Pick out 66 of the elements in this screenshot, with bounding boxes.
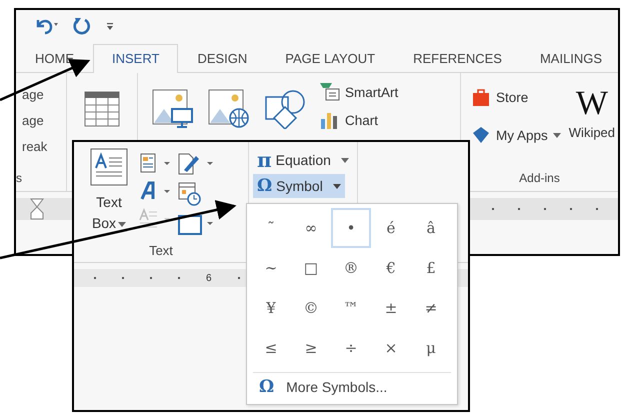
symbol-option[interactable]: â [411,208,451,248]
symbol-option[interactable]: ≠ [411,288,451,328]
more-symbols-item[interactable]: Ω More Symbols... [253,372,451,401]
smartart-command[interactable]: SmartArt [345,84,398,100]
store-command[interactable]: Store [496,90,528,104]
symbol-option[interactable]: ™ [331,288,371,328]
dropdown-caret-icon [332,184,341,188]
shapes-icon[interactable] [264,89,306,129]
drop-cap-icon[interactable] [138,208,172,230]
ribbon-command[interactable]: reak [22,139,48,154]
symbol-option[interactable]: é [371,208,411,248]
symbol-button[interactable]: Ω Symbol [253,174,345,198]
omega-icon: Ω [257,176,272,196]
customize-icon[interactable] [106,21,114,31]
ribbon-tab[interactable]: PAGE LAYOUT [266,45,394,72]
my-apps-command[interactable]: My Apps [496,128,548,142]
symbol-option[interactable]: ˜ [251,208,291,248]
online-pictures-icon[interactable] [208,89,250,129]
redo-icon[interactable] [72,16,92,36]
signature-icon[interactable] [176,152,216,176]
chart-icon[interactable] [320,111,340,129]
ruler-number: 6 [206,272,212,284]
symbol-option[interactable]: ∞ [291,208,331,248]
ribbon-tab[interactable]: REFERENCES [394,45,521,72]
symbol-option[interactable]: ≥ [291,328,331,368]
omega-icon: Ω [259,377,274,397]
group-label: Text [148,243,174,258]
apps-icon[interactable] [471,125,491,145]
table-icon[interactable] [84,91,120,127]
ribbon-tab[interactable]: HOME [16,45,93,72]
wordart-icon[interactable] [138,180,172,202]
group-label: s [16,171,23,185]
wikipedia-logo[interactable]: W [576,87,608,121]
symbol-option[interactable]: £ [411,248,451,288]
symbol-option[interactable]: © [291,288,331,328]
dropdown-caret-icon[interactable] [552,132,561,138]
text-box-icon[interactable] [90,148,128,186]
equation-button[interactable]: π Equation [253,148,353,172]
symbol-option[interactable]: ≤ [251,328,291,368]
symbol-option[interactable]: ® [331,248,371,288]
symbol-option[interactable]: € [371,248,411,288]
symbol-option[interactable]: ± [371,288,411,328]
symbol-option[interactable]: • [331,208,371,248]
ribbon-tab[interactable]: DESIGN [178,45,266,72]
symbol-option[interactable]: ÷ [331,328,371,368]
symbol-option[interactable]: μ [411,328,451,368]
pi-icon: π [257,148,272,172]
group-label: Add-ins [518,171,561,185]
ribbon-tab[interactable]: INSERT [93,44,178,73]
dropdown-caret-icon [340,158,349,162]
ribbon-tab[interactable]: MAILINGS [520,45,618,72]
wikipedia-command[interactable]: Wikiped [568,125,616,140]
ribbon-command[interactable]: age [22,113,48,128]
object-icon[interactable] [176,212,216,236]
ribbon-command[interactable]: age [22,87,48,102]
symbol-option[interactable]: □ [291,248,331,288]
chart-command[interactable]: Chart [345,112,378,128]
smartart-icon[interactable] [320,83,340,101]
quick-parts-icon[interactable] [138,152,172,174]
symbol-option[interactable]: × [371,328,411,368]
text-box-command[interactable]: Text Box [92,192,126,234]
symbol-option[interactable]: ¥ [251,288,291,328]
indent-marker-icon[interactable] [30,198,44,220]
pictures-icon[interactable] [152,89,194,129]
symbol-option[interactable]: ∼ [251,248,291,288]
store-bag-icon[interactable] [471,87,491,107]
